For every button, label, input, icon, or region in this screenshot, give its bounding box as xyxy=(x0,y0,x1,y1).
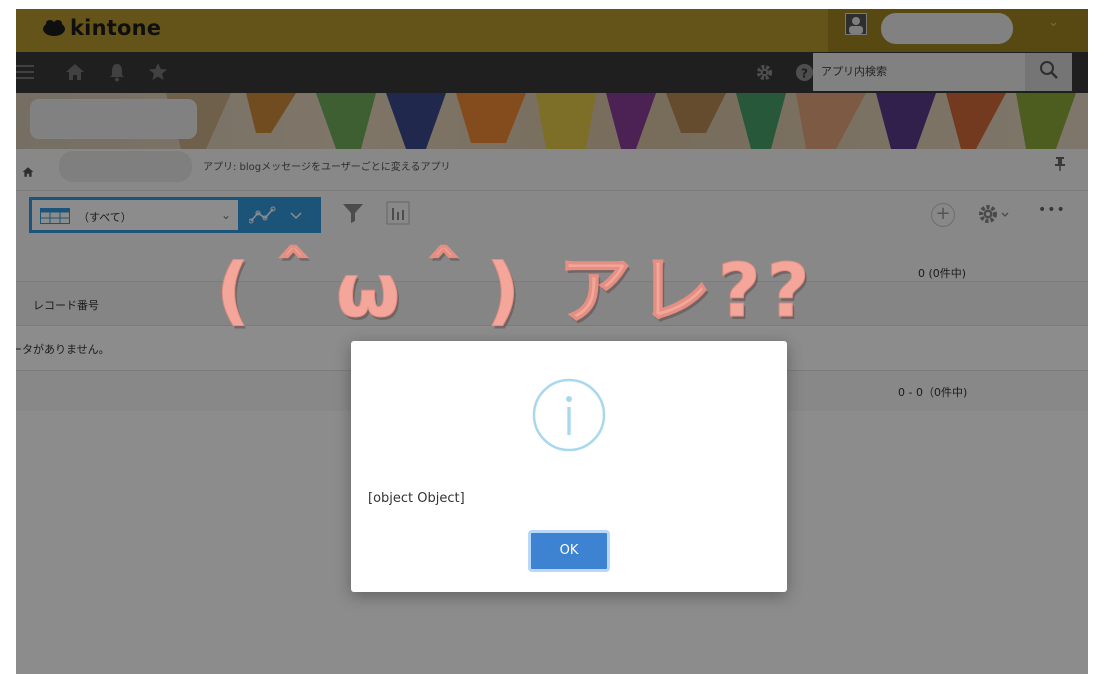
emoticon-annotation: (＾ω＾) アレ?? xyxy=(216,248,816,335)
app-frame: kintone ⌄ ? アプリ内検索 アプリ: blogメッセージをユーザーごと… xyxy=(16,9,1088,674)
dialog-message: [object Object] xyxy=(368,491,465,506)
info-icon xyxy=(532,378,606,456)
alert-dialog: [object Object] OK xyxy=(351,341,787,592)
ok-button[interactable]: OK xyxy=(528,530,610,572)
